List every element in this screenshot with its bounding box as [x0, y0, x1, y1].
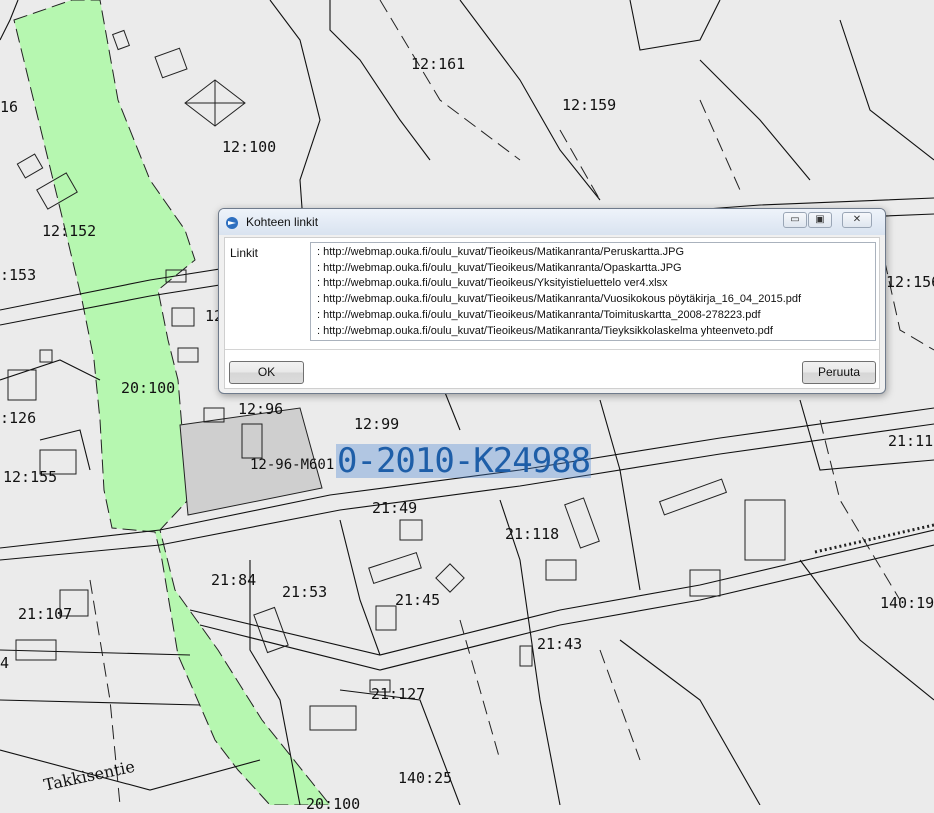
parcel-label: 21:84 [211, 571, 257, 589]
parcel-label: 12:100 [222, 138, 277, 156]
parcel-label: 21:118 [505, 525, 560, 543]
parcel-label: 12:155 [3, 468, 58, 486]
map-view[interactable]: 12:16112:1591612:10012:152:15312:1561220… [0, 0, 934, 813]
parcel-label: 12:96 [238, 400, 284, 418]
minimize-button[interactable]: ▭ [783, 212, 807, 228]
parcel-label: 20:100 [306, 795, 361, 813]
parcel-label: 140:19 [880, 594, 934, 612]
dialog-titlebar[interactable]: Kohteen linkit ▭ ▣ ✕ [219, 209, 885, 235]
app-icon [225, 215, 239, 229]
parcel-label: 21:45 [395, 591, 441, 609]
link-item[interactable]: : http://webmap.ouka.fi/oulu_kuvat/Tieoi… [317, 324, 875, 340]
property-id-label: 12-96-M601 [250, 457, 335, 473]
cancel-button[interactable]: Peruuta [802, 361, 876, 384]
plan-id-label: 0-2010-K24988 [336, 441, 591, 481]
links-list[interactable]: : http://webmap.ouka.fi/oulu_kuvat/Tieoi… [310, 242, 876, 341]
parcel-label: :153 [0, 266, 37, 284]
parcel-label: 21:107 [18, 605, 73, 623]
parcel-label: 12:152 [42, 222, 97, 240]
parcel-label: 12:156 [886, 273, 934, 291]
parcel-label: 21:43 [537, 635, 583, 653]
dialog-body: Linkit : http://webmap.ouka.fi/oulu_kuva… [224, 237, 880, 389]
parcel-label: 21:116 [888, 432, 934, 450]
links-dialog: Kohteen linkit ▭ ▣ ✕ Linkit : http://web… [218, 208, 886, 394]
maximize-button[interactable]: ▣ [808, 212, 832, 228]
parcel-label: 20:100 [121, 379, 176, 397]
link-item[interactable]: : http://webmap.ouka.fi/oulu_kuvat/Tieoi… [317, 308, 875, 324]
close-icon: ✕ [852, 214, 862, 225]
parcel-label: 12:159 [562, 96, 617, 114]
link-item[interactable]: : http://webmap.ouka.fi/oulu_kuvat/Tieoi… [317, 261, 875, 277]
link-item[interactable]: : http://webmap.ouka.fi/oulu_kuvat/Tieoi… [317, 245, 875, 261]
map-canvas [0, 0, 934, 805]
parcel-label: 16 [0, 98, 19, 116]
parcel-label: 12:99 [354, 415, 400, 433]
maximize-icon: ▣ [815, 214, 825, 225]
parcel-label: 4 [0, 654, 10, 672]
parcel-label: 21:127 [371, 685, 426, 703]
dotted-line [814, 523, 934, 554]
parcel-label: 12:161 [411, 55, 466, 73]
parcel-label: 21:53 [282, 583, 328, 601]
ok-button[interactable]: OK [229, 361, 304, 384]
parcel-label: 140:25 [398, 769, 453, 787]
minimize-icon: ▭ [790, 214, 800, 225]
dialog-title: Kohteen linkit [246, 215, 319, 229]
links-label: Linkit [230, 246, 259, 260]
link-item[interactable]: : http://webmap.ouka.fi/oulu_kuvat/Tieoi… [317, 276, 875, 292]
divider [225, 349, 879, 350]
close-button[interactable]: ✕ [842, 212, 872, 228]
parcel-label: 21:49 [372, 499, 418, 517]
link-item[interactable]: : http://webmap.ouka.fi/oulu_kuvat/Tieoi… [317, 292, 875, 308]
parcel-label: :126 [0, 409, 37, 427]
